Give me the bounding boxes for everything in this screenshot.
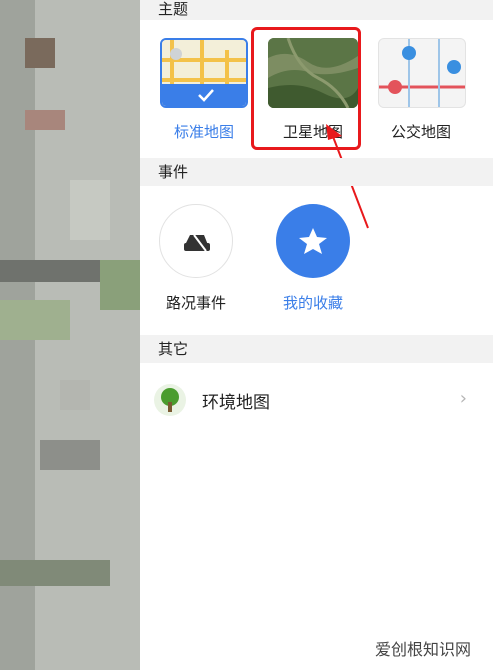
- theme-heading: 主题: [158, 0, 189, 18]
- check-icon: [198, 89, 214, 102]
- car-icon: [159, 204, 233, 278]
- section-title-theme: 主题: [140, 0, 493, 20]
- bus-map-thumbnail: [378, 38, 466, 108]
- bus-map-label: 公交地图: [390, 123, 451, 141]
- environment-map-label: 环境地图: [202, 393, 270, 413]
- tree-icon: [154, 384, 186, 416]
- section-title-other: 其它: [140, 335, 493, 363]
- events-heading: 事件: [158, 163, 189, 181]
- environment-map-row[interactable]: 环境地图 ›: [140, 370, 493, 430]
- traffic-events-label: 路况事件: [165, 294, 226, 312]
- other-heading: 其它: [158, 340, 189, 358]
- standard-map-label: 标准地图: [173, 123, 234, 141]
- my-favorites-label: 我的收藏: [282, 294, 343, 312]
- watermark: 爱创根知识网: [374, 640, 471, 659]
- chevron-right-icon: ›: [459, 388, 467, 409]
- selected-bar: [162, 84, 246, 106]
- standard-map-thumbnail: [160, 38, 248, 108]
- blurred-map-background: [0, 0, 140, 670]
- star-icon: [276, 204, 350, 278]
- map-layers-panel: 主题 标准地图 卫星地图 公交地图 事件 路况事件 我的收藏 其它 环境地图 ›…: [140, 0, 493, 670]
- section-title-events: 事件: [140, 158, 493, 186]
